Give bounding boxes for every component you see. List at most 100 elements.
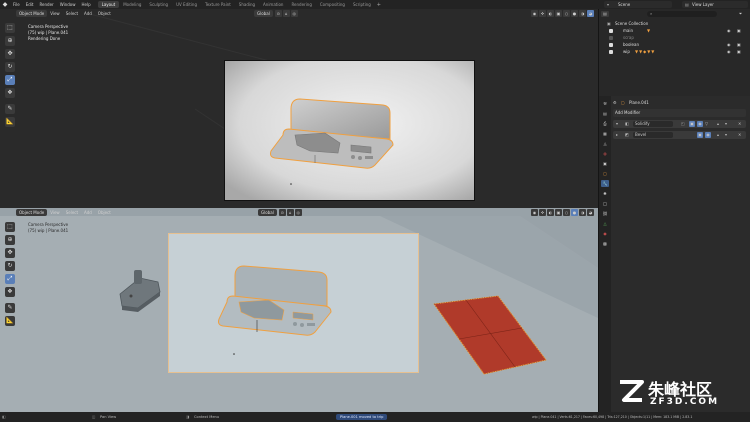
overlay-icon[interactable]: ◐ <box>547 10 554 17</box>
outliner-item-main[interactable]: main ▼ ◉ ▣ <box>599 27 750 34</box>
render-icon[interactable]: ◉ <box>697 121 703 127</box>
outliner-root[interactable]: ▣ Scene Collection <box>599 20 750 27</box>
move-down-icon[interactable]: ▾ <box>725 131 727 139</box>
view-menu-bottom[interactable]: View <box>47 209 63 216</box>
tab-rendering[interactable]: Rendering <box>287 1 315 8</box>
modifier-bevel[interactable]: ▸ ◩ Bevel ▣ ◉ ▴ ▾ ✕ <box>613 131 746 139</box>
eye-icon[interactable]: ◉ <box>727 41 731 48</box>
modifier-solidify[interactable]: ▾ ◧ Solidify ◰ ▣ ◉ ▽ ▴ ▾ ✕ <box>613 120 746 128</box>
render-tab-icon[interactable]: ▤ <box>601 110 609 117</box>
visibility-icon[interactable]: ◉ <box>531 10 538 17</box>
material-tab-icon[interactable]: ◉ <box>601 230 609 237</box>
tab-texture-paint[interactable]: Texture Paint <box>201 1 235 8</box>
shading-wire-icon[interactable]: ○ <box>563 10 570 17</box>
snap-icon-bottom[interactable]: ⌂ <box>286 209 294 216</box>
camera-icon[interactable]: ▣ <box>737 41 741 48</box>
object-mode-dropdown-bottom[interactable]: Object Mode <box>16 209 48 216</box>
view-layer-tab-icon[interactable]: ▦ <box>601 130 609 137</box>
tab-animation[interactable]: Animation <box>259 1 287 8</box>
modifier-tab-icon[interactable]: 🔧 <box>601 180 609 187</box>
shading-wire-icon-bottom[interactable]: ○ <box>563 209 570 216</box>
tab-compositing[interactable]: Compositing <box>316 1 349 8</box>
xray-icon-bottom[interactable]: ▣ <box>555 209 562 216</box>
shading-solid-icon[interactable]: ● <box>571 10 578 17</box>
move-up-icon[interactable]: ▴ <box>717 131 719 139</box>
view-menu[interactable]: View <box>47 10 63 17</box>
rotate-tool-icon[interactable]: ↻ <box>5 62 15 72</box>
menu-help[interactable]: Help <box>78 2 93 7</box>
gizmo-icon[interactable]: ✣ <box>539 10 546 17</box>
remove-modifier-icon[interactable]: ✕ <box>738 120 741 128</box>
add-modifier-button[interactable]: Add Modifier <box>613 109 746 117</box>
move-down-icon[interactable]: ▾ <box>725 120 727 128</box>
object-mode-dropdown[interactable]: Object Mode <box>16 10 48 17</box>
tool-tab-icon[interactable]: ⚒ <box>601 100 609 107</box>
select-menu-bottom[interactable]: Select <box>63 209 81 216</box>
select-tool-icon-bottom[interactable]: ⬚ <box>5 222 15 232</box>
object-tab-icon[interactable]: ▢ <box>601 170 609 177</box>
render-icon[interactable]: ◉ <box>705 132 711 138</box>
physics-tab-icon[interactable]: ◯ <box>601 200 609 207</box>
tab-modeling[interactable]: Modeling <box>119 1 145 8</box>
expand-icon[interactable]: ▸ <box>616 131 618 139</box>
menu-render[interactable]: Render <box>36 2 56 7</box>
display-mode-icon[interactable]: ▤ <box>601 11 609 17</box>
filter-icon[interactable]: ⏷ <box>739 11 742 16</box>
visibility-icon-bottom[interactable]: ◉ <box>531 209 538 216</box>
transform-orientation-dropdown-bottom[interactable]: Global <box>258 209 277 216</box>
exclude-checkbox[interactable] <box>609 29 613 33</box>
outliner-item-boolean[interactable]: boolean ◉ ▣ <box>599 41 750 48</box>
exclude-checkbox[interactable] <box>609 43 613 47</box>
remove-modifier-icon[interactable]: ✕ <box>738 131 741 139</box>
outliner-search-input[interactable]: ⌕ <box>647 11 717 17</box>
outliner-item-scrap[interactable]: scrap <box>599 34 750 41</box>
xray-icon[interactable]: ▣ <box>555 10 562 17</box>
add-menu[interactable]: Add <box>81 10 95 17</box>
scene-selector[interactable]: ▾ Scene <box>604 1 672 8</box>
transform-tool-icon[interactable]: ❖ <box>5 88 15 98</box>
annotate-tool-icon[interactable]: ✎ <box>5 104 15 114</box>
camera-icon[interactable]: ▣ <box>737 27 741 34</box>
annotate-tool-icon-bottom[interactable]: ✎ <box>5 303 15 313</box>
transform-orientation-dropdown[interactable]: Global <box>254 10 273 17</box>
exclude-checkbox[interactable] <box>609 50 613 54</box>
rotate-tool-icon-bottom[interactable]: ↻ <box>5 261 15 271</box>
menu-file[interactable]: File <box>10 2 23 7</box>
shading-material-icon[interactable]: ◑ <box>579 10 586 17</box>
expand-icon[interactable]: ▾ <box>616 120 618 128</box>
menu-edit[interactable]: Edit <box>23 2 37 7</box>
viewport-bottom[interactable]: Object Mode View Select Add Object Globa… <box>0 208 598 412</box>
exclude-checkbox[interactable] <box>609 36 613 40</box>
cursor-tool-icon[interactable]: ⊕ <box>5 36 15 46</box>
vertex-icon[interactable]: ▽ <box>705 120 708 128</box>
snap-icon[interactable]: ⌂ <box>282 10 290 17</box>
camera-icon[interactable]: ▣ <box>737 48 741 55</box>
view-layer-selector[interactable]: ▤ View Layer <box>682 1 748 8</box>
particles-tab-icon[interactable]: ✺ <box>601 190 609 197</box>
eye-icon[interactable]: ◉ <box>727 48 731 55</box>
modifier-name-field[interactable]: Solidify <box>633 121 673 127</box>
add-workspace-button[interactable]: + <box>377 2 381 8</box>
proportional-edit-icon[interactable]: ◎ <box>290 10 298 17</box>
realtime-icon[interactable]: ▣ <box>697 132 703 138</box>
tab-shading[interactable]: Shading <box>235 1 259 8</box>
shading-rendered-icon-bottom[interactable]: ◕ <box>587 209 594 216</box>
collection-tab-icon[interactable]: ▣ <box>601 160 609 167</box>
transform-tool-icon-bottom[interactable]: ❖ <box>5 287 15 297</box>
overlay-icon-bottom[interactable]: ◐ <box>547 209 554 216</box>
menu-window[interactable]: Window <box>57 2 79 7</box>
object-menu[interactable]: Object <box>95 10 114 17</box>
measure-tool-icon-bottom[interactable]: 📐 <box>5 316 15 326</box>
world-tab-icon[interactable]: ◍ <box>601 150 609 157</box>
select-menu[interactable]: Select <box>63 10 81 17</box>
texture-tab-icon[interactable]: ▩ <box>601 240 609 247</box>
tab-uv-editing[interactable]: UV Editing <box>172 1 201 8</box>
move-tool-icon[interactable]: ✥ <box>5 49 15 59</box>
add-menu-bottom[interactable]: Add <box>81 209 95 216</box>
viewport-top[interactable]: Object Mode View Select Add Object Globa… <box>0 9 598 208</box>
outliner-item-wip[interactable]: wip ▼▼◆▼▼ ◉ ▣ <box>599 48 750 55</box>
scale-tool-icon-bottom[interactable]: ⤢ <box>5 274 15 284</box>
move-up-icon[interactable]: ▴ <box>717 120 719 128</box>
pivot-icon[interactable]: ⊙ <box>274 10 282 17</box>
move-tool-icon-bottom[interactable]: ✥ <box>5 248 15 258</box>
